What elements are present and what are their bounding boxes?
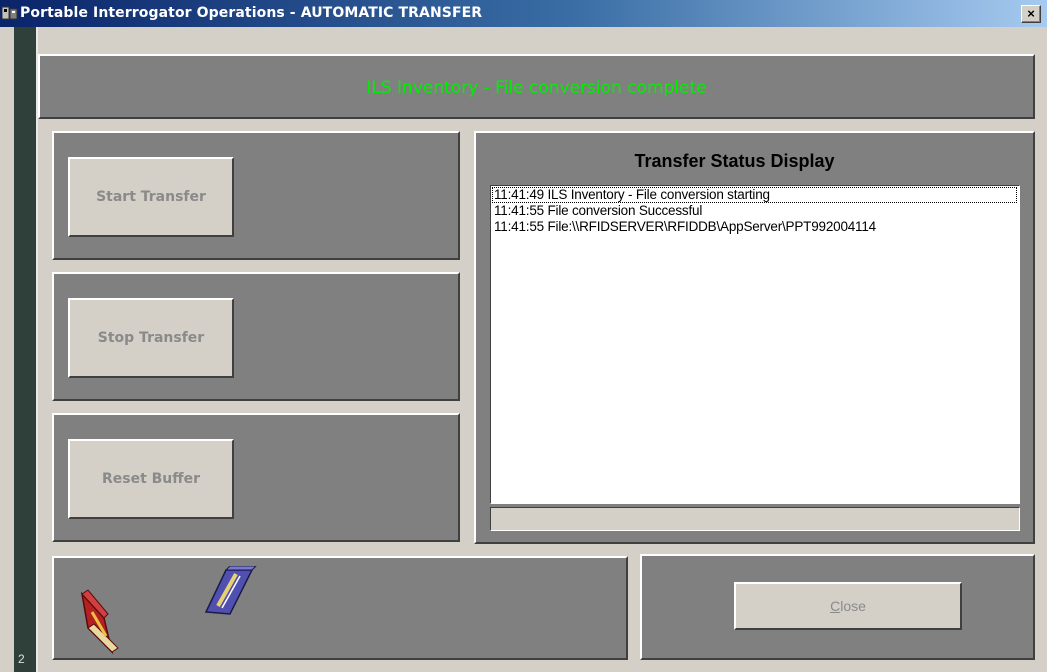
horizontal-scrollbar[interactable] (490, 507, 1020, 531)
status-header-panel: ILS Inventory - File conversion complete (38, 54, 1035, 119)
left-strip: 2 (14, 27, 38, 672)
title-bar: Portable Interrogator Operations - AUTOM… (0, 0, 1047, 27)
reset-buffer-panel: Reset Buffer (52, 413, 460, 542)
close-label-rest: lose (840, 598, 866, 614)
transfer-status-panel: Transfer Status Display 11:41:49 ILS Inv… (474, 131, 1035, 544)
blue-book-icon (204, 566, 257, 615)
transfer-status-heading: Transfer Status Display (634, 151, 835, 171)
close-accelerator: C (830, 598, 841, 614)
list-item[interactable]: 11:41:49 ILS Inventory - File conversion… (492, 187, 1017, 203)
strip-number: 2 (18, 652, 25, 666)
list-item[interactable]: 11:41:55 File conversion Successful (491, 203, 1019, 219)
conversion-status-text: ILS Inventory - File conversion complete (366, 78, 707, 98)
start-transfer-button[interactable]: Start Transfer (68, 157, 234, 237)
close-button[interactable]: Close (734, 582, 962, 630)
animation-panel (52, 556, 628, 660)
reset-buffer-button[interactable]: Reset Buffer (68, 439, 234, 519)
close-panel: Close (640, 554, 1035, 660)
window-title: Portable Interrogator Operations - AUTOM… (20, 5, 483, 21)
red-book-icon (80, 589, 119, 655)
stop-transfer-panel: Stop Transfer (52, 272, 460, 401)
list-item[interactable]: 11:41:55 File:\\RFIDSERVER\RFIDDB\AppSer… (491, 219, 1019, 235)
transfer-status-list[interactable]: 11:41:49 ILS Inventory - File conversion… (490, 185, 1020, 504)
window-close-button[interactable]: × (1021, 5, 1041, 23)
app-icon (2, 6, 18, 20)
start-transfer-panel: Start Transfer (52, 131, 460, 260)
stop-transfer-button[interactable]: Stop Transfer (68, 298, 234, 378)
